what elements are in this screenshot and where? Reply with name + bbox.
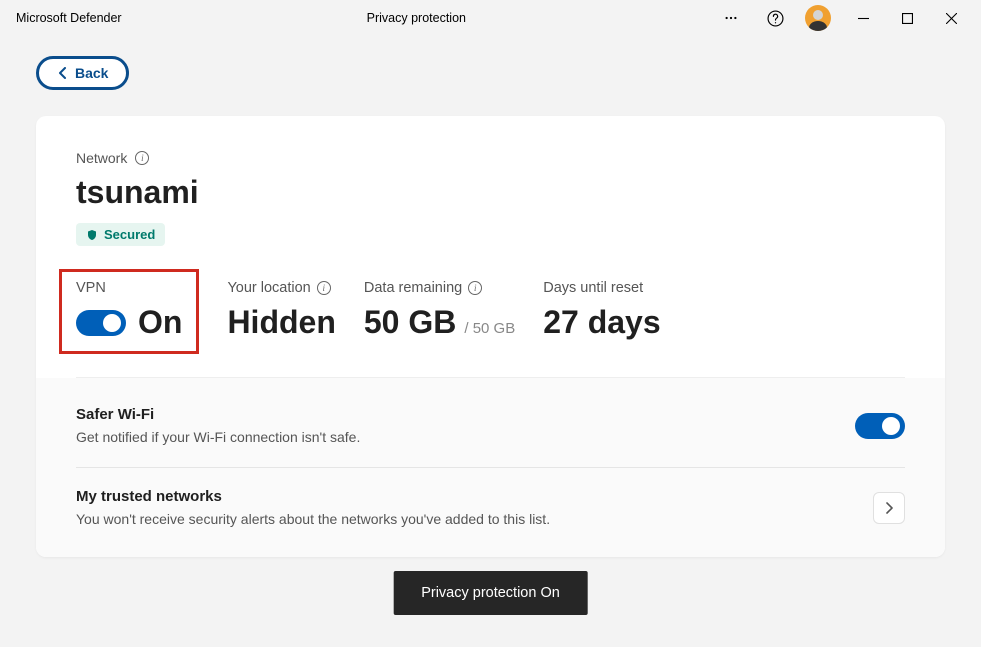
safer-wifi-title: Safer Wi-Fi bbox=[76, 406, 360, 423]
location-value: Hidden bbox=[227, 304, 335, 341]
data-value: 50 GB bbox=[364, 304, 456, 341]
network-card: Network i tsunami Secured VPN On Your lo… bbox=[36, 116, 945, 557]
data-stat: Data remaining i 50 GB / 50 GB bbox=[364, 280, 515, 341]
back-button[interactable]: Back bbox=[36, 56, 129, 90]
vpn-value: On bbox=[138, 304, 182, 341]
trusted-networks-title: My trusted networks bbox=[76, 488, 550, 505]
minimize-button[interactable] bbox=[841, 3, 885, 33]
chevron-left-icon bbox=[57, 67, 67, 79]
window-controls bbox=[841, 3, 973, 33]
vpn-stat: VPN On bbox=[59, 269, 199, 354]
info-icon[interactable]: i bbox=[317, 281, 331, 295]
network-label: Network bbox=[76, 150, 127, 166]
network-label-row: Network i bbox=[76, 150, 905, 166]
days-label: Days until reset bbox=[543, 280, 660, 296]
toast-message: Privacy protection On bbox=[421, 585, 560, 601]
info-icon[interactable]: i bbox=[468, 281, 482, 295]
safer-wifi-text: Safer Wi-Fi Get notified if your Wi-Fi c… bbox=[76, 406, 360, 445]
maximize-button[interactable] bbox=[885, 3, 929, 33]
status-badge: Secured bbox=[76, 223, 165, 246]
location-label-row: Your location i bbox=[227, 280, 335, 296]
vpn-toggle-row: On bbox=[76, 304, 182, 341]
location-stat: Your location i Hidden bbox=[227, 280, 335, 341]
trusted-networks-desc: You won't receive security alerts about … bbox=[76, 511, 550, 527]
days-value: 27 days bbox=[543, 304, 660, 341]
days-stat: Days until reset 27 days bbox=[543, 280, 660, 341]
location-label: Your location bbox=[227, 280, 310, 296]
info-icon[interactable]: i bbox=[135, 151, 149, 165]
chevron-right-icon bbox=[885, 502, 893, 514]
safer-wifi-row: Safer Wi-Fi Get notified if your Wi-Fi c… bbox=[76, 400, 905, 468]
close-button[interactable] bbox=[929, 3, 973, 33]
settings-section: Safer Wi-Fi Get notified if your Wi-Fi c… bbox=[36, 378, 945, 557]
shield-icon bbox=[86, 229, 98, 241]
trusted-networks-open-button[interactable] bbox=[873, 492, 905, 524]
titlebar: Microsoft Defender Privacy protection bbox=[0, 0, 981, 36]
stats-row: VPN On Your location i Hidden Data remai… bbox=[76, 280, 905, 378]
page-title: Privacy protection bbox=[122, 11, 711, 25]
network-name: tsunami bbox=[76, 174, 905, 211]
vpn-toggle[interactable] bbox=[76, 310, 126, 336]
safer-wifi-toggle[interactable] bbox=[855, 413, 905, 439]
toast-notification: Privacy protection On bbox=[393, 571, 588, 615]
user-avatar[interactable] bbox=[805, 5, 831, 31]
data-label-row: Data remaining i bbox=[364, 280, 515, 296]
more-options-button[interactable] bbox=[711, 3, 751, 33]
help-button[interactable] bbox=[755, 3, 795, 33]
titlebar-actions bbox=[711, 3, 973, 33]
content-area: Back Network i tsunami Secured VPN On Yo… bbox=[0, 36, 981, 557]
trusted-networks-text: My trusted networks You won't receive se… bbox=[76, 488, 550, 527]
back-button-label: Back bbox=[75, 65, 108, 81]
data-total: / 50 GB bbox=[464, 320, 515, 337]
status-badge-label: Secured bbox=[104, 227, 155, 242]
app-name: Microsoft Defender bbox=[8, 11, 122, 25]
data-label: Data remaining bbox=[364, 280, 462, 296]
safer-wifi-desc: Get notified if your Wi-Fi connection is… bbox=[76, 429, 360, 445]
vpn-label: VPN bbox=[76, 280, 182, 296]
data-value-row: 50 GB / 50 GB bbox=[364, 304, 515, 341]
trusted-networks-row[interactable]: My trusted networks You won't receive se… bbox=[76, 468, 905, 535]
